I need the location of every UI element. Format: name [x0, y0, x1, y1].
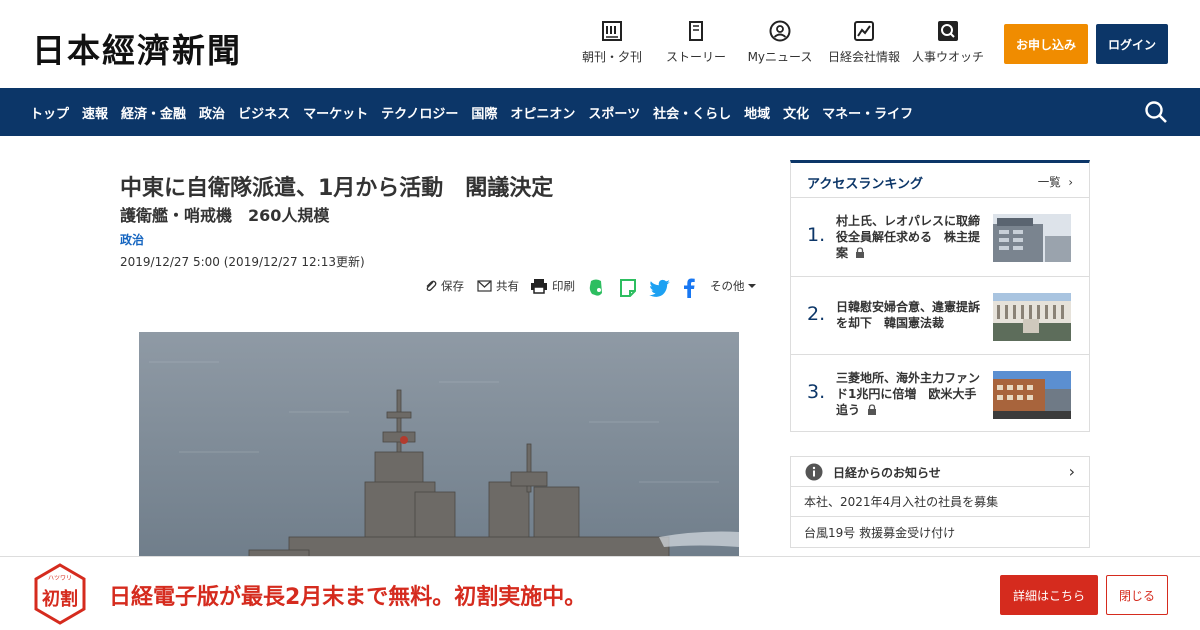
printer-icon: [531, 279, 547, 294]
ranking-text-wrap: 村上氏、レオパレスに取締役全員解任求める 株主提案: [836, 213, 986, 261]
notices-header[interactable]: 日経からのお知らせ ›: [791, 457, 1089, 487]
article-date: 2019/12/27 5:00 (2019/12/27 12:13更新): [120, 255, 365, 269]
nav-list: トップ 速報 経済・金融 政治 ビジネス マーケット テクノロジー 国際 オピニ…: [30, 88, 926, 136]
share-label: 共有: [496, 279, 519, 293]
promo-text: 日経電子版が最長2月末まで無料。初割実施中。: [109, 585, 587, 610]
chevron-right-icon: ›: [1068, 175, 1073, 189]
ranking-item[interactable]: 3. 三菱地所、海外主力ファンド1兆円に倍増 欧米大手追う: [791, 354, 1089, 432]
hatsuwari-badge-icon: ハツワリ 初割: [34, 563, 86, 625]
nav-item-culture[interactable]: 文化: [783, 103, 809, 122]
user-icon: [769, 20, 791, 42]
header-nav-label: 人事ウオッチ: [911, 50, 984, 64]
site-logo[interactable]: 日本經濟新聞: [32, 24, 242, 72]
nav-item-technology[interactable]: テクノロジー: [381, 103, 458, 122]
chart-line-icon: [854, 21, 874, 41]
ranking-text-wrap: 三菱地所、海外主力ファンド1兆円に倍増 欧米大手追う: [836, 370, 986, 418]
header-nav-mynews[interactable]: Myニュース: [746, 20, 814, 70]
note-icon[interactable]: [619, 278, 637, 298]
site-header: 日本經濟新聞 朝刊・夕刊 ストーリー Myニュース 日経会社情報 人事ウオッチ …: [0, 0, 1200, 88]
ranking-text: 日韓慰安婦合意、違憲提訴を却下 韓国憲法裁: [836, 300, 981, 330]
facebook-icon[interactable]: [682, 278, 696, 298]
badge-top-text: ハツワリ: [48, 575, 72, 582]
header-nav-company[interactable]: 日経会社情報: [827, 20, 901, 70]
header-nav-personnel[interactable]: 人事ウオッチ: [911, 20, 985, 70]
print-label: 印刷: [552, 279, 575, 293]
header-nav-story[interactable]: ストーリー: [665, 20, 727, 70]
article-headline: 中東に自衛隊派遣、1月から活動 閣議決定: [120, 176, 554, 201]
save-button[interactable]: 保存: [424, 278, 464, 294]
nav-item-international[interactable]: 国際: [471, 103, 497, 122]
apply-button[interactable]: お申し込み: [1004, 24, 1088, 64]
promo-close-button[interactable]: 閉じる: [1106, 575, 1168, 615]
badge-text: 初割: [42, 588, 78, 610]
article-subhead: 護衛艦・哨戒機 260人規模: [120, 206, 330, 225]
notices-title: 日経からのお知らせ: [833, 466, 941, 480]
header-nav-label: ストーリー: [665, 50, 726, 64]
more-button[interactable]: その他: [710, 278, 757, 294]
lock-icon: [868, 404, 877, 415]
ranking-text: 三菱地所、海外主力ファンド1兆円に倍増 欧米大手追う: [836, 371, 981, 417]
ranking-title: アクセスランキング: [807, 177, 923, 192]
nav-item-economy[interactable]: 経済・金融: [121, 103, 186, 122]
header-nav-paper[interactable]: 朝刊・夕刊: [582, 20, 642, 70]
print-button[interactable]: 印刷: [530, 278, 575, 294]
info-icon: [805, 463, 823, 481]
header-nav-label: 日経会社情報: [827, 50, 900, 64]
notice-item[interactable]: 本社、2021年4月入社の社員を募集: [791, 487, 1089, 517]
ranking-thumbnail: [993, 214, 1071, 262]
share-button[interactable]: 共有: [477, 278, 519, 294]
twitter-icon[interactable]: [649, 279, 671, 297]
search-person-icon: [938, 21, 958, 41]
main-nav: トップ 速報 経済・金融 政治 ビジネス マーケット テクノロジー 国際 オピニ…: [0, 88, 1200, 136]
nav-item-politics[interactable]: 政治: [199, 103, 225, 122]
nav-item-money-life[interactable]: マネー・ライフ: [822, 103, 913, 122]
save-label: 保存: [441, 279, 464, 293]
ranking-number: 3.: [807, 381, 826, 403]
header-nav-label: 朝刊・夕刊: [582, 50, 643, 64]
promo-detail-button[interactable]: 詳細はこちら: [1000, 575, 1098, 615]
mail-icon: [477, 280, 492, 292]
ranking-item[interactable]: 2. 日韓慰安婦合意、違憲提訴を却下 韓国憲法裁: [791, 276, 1089, 354]
header-nav-label: Myニュース: [747, 50, 813, 64]
newspaper-icon: [602, 21, 622, 41]
nav-item-sports[interactable]: スポーツ: [588, 103, 640, 122]
evernote-icon[interactable]: [587, 278, 605, 298]
ranking-all-link[interactable]: 一覧 ›: [1038, 174, 1073, 190]
nav-item-top[interactable]: トップ: [30, 103, 69, 122]
article-category[interactable]: 政治: [120, 231, 144, 248]
ranking-thumbnail: [993, 371, 1071, 419]
paperclip-icon: [426, 280, 437, 292]
ranking-all-label: 一覧: [1037, 175, 1061, 189]
ranking-thumbnail: [993, 293, 1071, 341]
lock-icon: [856, 247, 865, 258]
nav-item-business[interactable]: ビジネス: [238, 103, 290, 122]
notice-item[interactable]: 台風19号 救援募金受け付け: [791, 518, 1089, 548]
nikkei-notices: 日経からのお知らせ › 本社、2021年4月入社の社員を募集 台風19号 救援募…: [790, 456, 1090, 548]
article-photo-warship: [139, 332, 739, 572]
login-button[interactable]: ログイン: [1096, 24, 1168, 64]
book-icon: [689, 21, 703, 41]
ranking-number: 1.: [807, 224, 826, 246]
ranking-number: 2.: [807, 303, 826, 325]
nav-item-market[interactable]: マーケット: [303, 103, 368, 122]
ranking-text-wrap: 日韓慰安婦合意、違憲提訴を却下 韓国憲法裁: [836, 299, 986, 331]
promo-banner: ハツワリ 初割 日経電子版が最長2月末まで無料。初割実施中。 詳細はこちら 閉じ…: [0, 556, 1200, 630]
search-icon[interactable]: [1144, 100, 1168, 124]
more-label: その他: [710, 279, 745, 293]
nav-item-society[interactable]: 社会・くらし: [653, 103, 731, 122]
nav-item-breaking[interactable]: 速報: [82, 103, 108, 122]
nav-item-opinion[interactable]: オピニオン: [510, 103, 575, 122]
caret-down-icon: [747, 284, 756, 288]
chevron-right-icon: ›: [1068, 462, 1075, 481]
nav-item-region[interactable]: 地域: [744, 103, 770, 122]
access-ranking: アクセスランキング 一覧 › 1. 村上氏、レオパレスに取締役全員解任求める 株…: [790, 160, 1090, 432]
ranking-item[interactable]: 1. 村上氏、レオパレスに取締役全員解任求める 株主提案: [791, 197, 1089, 275]
